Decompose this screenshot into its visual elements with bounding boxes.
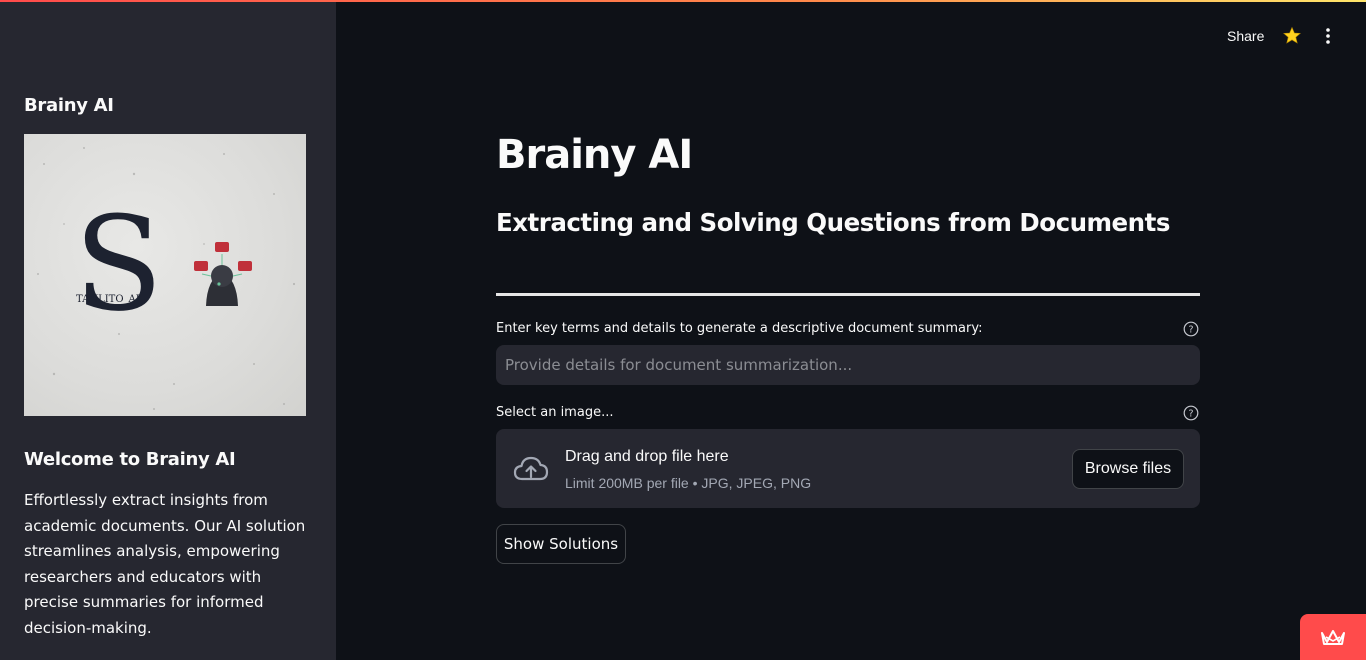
- help-icon[interactable]: ?: [1183, 405, 1199, 421]
- crown-icon: [1321, 630, 1345, 645]
- svg-text:?: ?: [1188, 409, 1193, 420]
- sidebar: Brainy AI S TANLITO_AI Welcome to Brainy…: [0, 0, 336, 660]
- svg-text:TANLITO_AI: TANLITO_AI: [76, 294, 140, 305]
- more-vertical-icon[interactable]: [1316, 24, 1340, 48]
- page-title: Brainy AI: [496, 132, 693, 178]
- svg-text:?: ?: [1188, 325, 1193, 336]
- file-dropzone[interactable]: Drag and drop file here Limit 200MB per …: [496, 429, 1200, 508]
- logo-graphic: S TANLITO_AI: [37, 147, 296, 410]
- browse-files-button[interactable]: Browse files: [1072, 449, 1184, 489]
- sidebar-title: Brainy AI: [24, 95, 114, 116]
- sidebar-description: Effortlessly extract insights from acade…: [24, 491, 306, 637]
- star-icon[interactable]: [1280, 24, 1304, 48]
- dropzone-title: Drag and drop file here: [565, 448, 729, 465]
- dropzone-limit: Limit 200MB per file • JPG, JPEG, PNG: [565, 475, 812, 491]
- svg-text:S: S: [74, 188, 163, 340]
- summary-input[interactable]: [496, 345, 1200, 385]
- sidebar-welcome-heading: Welcome to Brainy AI: [24, 449, 236, 470]
- cloud-upload-icon: [512, 453, 550, 483]
- divider: [496, 293, 1200, 296]
- page-subtitle: Extracting and Solving Questions from Do…: [496, 208, 1170, 237]
- streamlit-badge[interactable]: [1300, 614, 1366, 660]
- top-decoration-bar: [0, 0, 1366, 2]
- image-field-label: Select an image...: [496, 405, 614, 420]
- help-icon[interactable]: ?: [1183, 321, 1199, 337]
- share-button[interactable]: Share: [1218, 24, 1273, 48]
- show-solutions-button[interactable]: Show Solutions: [496, 524, 626, 564]
- brand-logo-image: S TANLITO_AI: [24, 134, 306, 416]
- summary-field-label: Enter key terms and details to generate …: [496, 321, 983, 336]
